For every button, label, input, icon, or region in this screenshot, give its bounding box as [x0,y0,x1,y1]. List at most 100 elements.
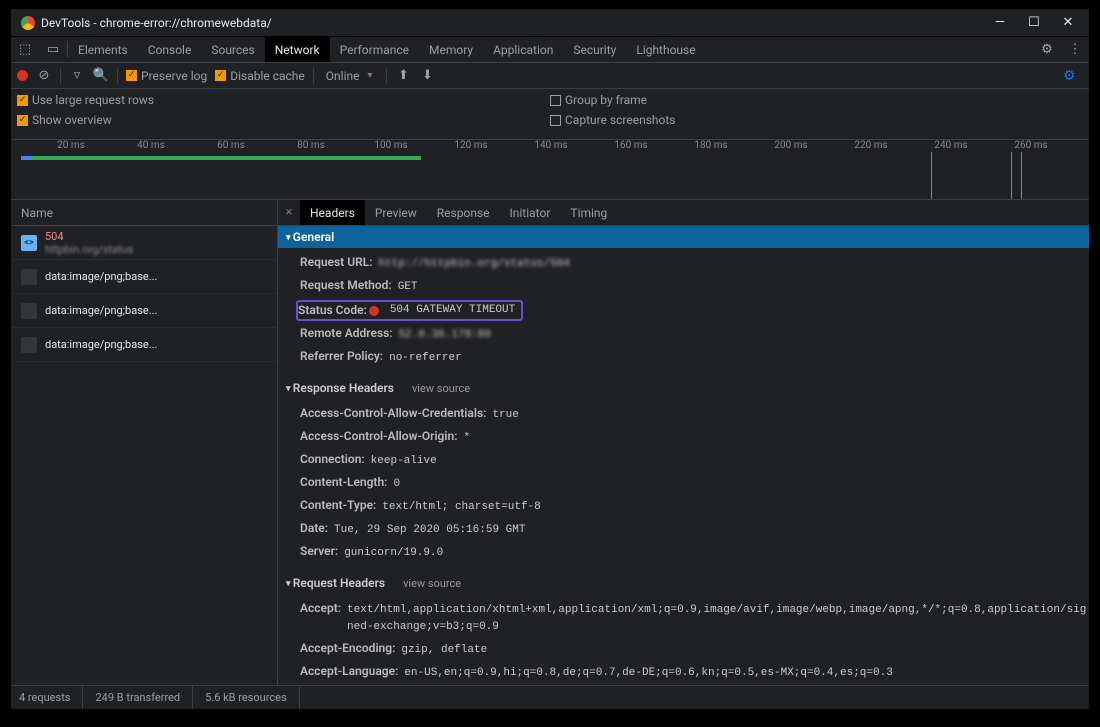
close-button[interactable]: ✕ [1051,11,1085,35]
timeline-tick: 220 ms [854,140,887,151]
network-options: ✓Use large request rows ✓Show overview G… [11,89,1089,140]
tab-elements[interactable]: Elements [68,37,138,62]
request-url-key: Request URL: [300,254,372,271]
header-key: Accept-Language: [300,663,398,680]
tab-console[interactable]: Console [138,37,202,62]
search-icon[interactable]: 🔍 [93,68,109,84]
tab-lighthouse[interactable]: Lighthouse [626,37,705,62]
clear-icon[interactable]: ⊘ [36,68,52,84]
throttling-select[interactable]: Online▼ [322,69,379,83]
group-by-frame-checkbox[interactable]: Group by frame [550,93,1083,107]
remote-address-value: 52.6.36.178:80 [399,327,491,344]
close-detail-icon[interactable]: × [278,200,300,225]
titlebar: DevTools - chrome-error://chromewebdata/… [11,9,1089,37]
download-icon[interactable]: ⬇ [419,68,435,84]
use-large-rows-checkbox[interactable]: ✓Use large request rows [17,93,550,107]
section-request-headers[interactable]: Request Headersview source [278,572,1089,594]
detail-tab-headers[interactable]: Headers [300,200,365,225]
filter-icon[interactable]: ▿ [69,68,85,84]
status-requests: 4 requests [19,686,83,709]
network-toolbar: ⊘ ▿ 🔍 ✓Preserve log ✓Disable cache Onlin… [11,63,1089,89]
more-menu-icon[interactable]: ⋮ [1061,37,1089,62]
capture-screenshots-checkbox[interactable]: Capture screenshots [550,113,1083,127]
tab-memory[interactable]: Memory [419,37,483,62]
tab-performance[interactable]: Performance [330,37,419,62]
header-value: text/html; charset=utf-8 [382,499,540,516]
show-overview-checkbox[interactable]: ✓Show overview [17,113,550,127]
inspect-icon[interactable]: ⬚ [11,37,39,62]
request-name: data:image/png;base... [45,338,157,351]
tab-network[interactable]: Network [265,37,330,62]
settings-gear-icon[interactable]: ⚙ [1033,37,1061,62]
header-key: Accept-Encoding: [300,640,395,657]
timeline-overview[interactable]: 20 ms40 ms60 ms80 ms100 ms120 ms140 ms16… [11,140,1089,200]
maximize-button[interactable]: ☐ [1017,11,1051,35]
disable-cache-checkbox[interactable]: ✓Disable cache [215,69,305,83]
header-value: en-US,en;q=0.9,hi;q=0.8,de;q=0.7,de-DE;q… [404,665,892,682]
timeline-tick: 20 ms [57,140,85,151]
request-row[interactable]: <> 504httpbin.org/status [11,226,277,260]
tab-security[interactable]: Security [563,37,626,62]
detail-tab-preview[interactable]: Preview [365,200,427,225]
timeline-tick: 120 ms [454,140,487,151]
detail-tab-response[interactable]: Response [427,200,500,225]
minimize-button[interactable]: — [983,11,1017,35]
timeline-tick: 80 ms [297,140,325,151]
request-row[interactable]: data:image/png;base... [11,328,277,362]
document-file-icon [21,337,37,353]
network-settings-icon[interactable]: ⚙ [1063,68,1083,84]
section-response-headers[interactable]: Response Headersview source [278,377,1089,399]
status-transferred: 249 B transferred [95,686,193,709]
status-code-highlight: Status Code:504 GATEWAY TIMEOUT [296,300,523,321]
header-key: Server: [300,543,338,560]
window-title: DevTools - chrome-error://chromewebdata/ [41,16,272,30]
request-name: 504 [45,230,133,243]
timeline-tick: 260 ms [1014,140,1047,151]
header-value: * [463,430,470,447]
header-value: true [492,407,518,424]
device-toolbar-icon[interactable]: ▭ [39,37,67,62]
header-key: Connection: [300,451,365,468]
header-key: Accept: [300,600,341,617]
detail-tab-initiator[interactable]: Initiator [500,200,561,225]
preserve-log-checkbox[interactable]: ✓Preserve log [126,69,207,83]
timeline-tick: 60 ms [217,140,245,151]
detail-tabs: × HeadersPreviewResponseInitiatorTiming [278,200,1089,226]
section-general[interactable]: General [278,226,1089,248]
request-subtext: httpbin.org/status [45,243,133,256]
capture-screenshots-label: Capture screenshots [565,113,675,127]
upload-icon[interactable]: ⬆ [395,68,411,84]
header-key: Content-Length: [300,474,387,491]
header-value: text/html,application/xhtml+xml,applicat… [347,602,1089,636]
header-value: 0 [393,476,400,493]
request-detail-panel: × HeadersPreviewResponseInitiatorTiming … [278,200,1089,685]
remote-address-key: Remote Address: [300,325,393,342]
name-column-header[interactable]: Name [11,200,277,226]
status-error-icon [369,306,379,316]
detail-tab-timing[interactable]: Timing [560,200,617,225]
header-value: gunicorn/19.9.0 [344,545,443,562]
status-code-key: Status Code: [298,302,367,319]
tab-application[interactable]: Application [483,37,563,62]
view-source-request[interactable]: view source [403,577,461,590]
request-row[interactable]: data:image/png;base... [11,294,277,328]
request-url-value: http://httpbin.org/status/504 [378,256,569,273]
view-source-response[interactable]: view source [412,382,470,395]
request-list-panel: Name <> 504httpbin.org/status data:image/p… [11,200,278,685]
record-button[interactable] [17,70,28,81]
timeline-tick: 40 ms [137,140,165,151]
main-tabs: ⬚ ▭ ElementsConsoleSourcesNetworkPerform… [11,37,1089,63]
header-key: Date: [300,520,328,537]
document-file-icon [21,303,37,319]
request-method-value: GET [398,279,418,296]
header-value: keep-alive [371,453,437,470]
show-overview-label: Show overview [32,113,112,127]
timeline-tick: 160 ms [614,140,647,151]
header-value: gzip, deflate [401,642,487,659]
chrome-logo-icon [21,16,35,30]
timeline-tick: 180 ms [694,140,727,151]
request-method-key: Request Method: [300,277,392,294]
request-row[interactable]: data:image/png;base... [11,260,277,294]
tab-sources[interactable]: Sources [201,37,264,62]
html-file-icon: <> [21,235,37,251]
